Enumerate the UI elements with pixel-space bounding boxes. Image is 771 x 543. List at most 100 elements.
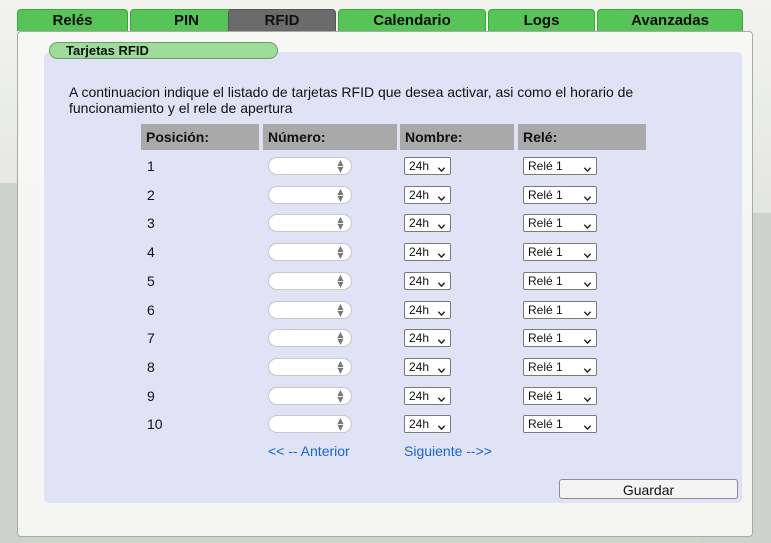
spinner-arrows-icon[interactable]: ▲ ▼ (336, 273, 345, 288)
tab-pin[interactable]: PIN (130, 9, 243, 31)
relay-select[interactable]: Relé 1 (523, 300, 597, 319)
relay-select-value: Relé 1 (528, 245, 563, 260)
chevron-down-icon (583, 306, 592, 316)
relay-select[interactable]: Relé 1 (523, 271, 597, 290)
card-number-input[interactable]: ▲ ▼ (268, 271, 352, 290)
relay-select-value: Relé 1 (528, 417, 563, 432)
chevron-down-icon (583, 420, 592, 431)
chevron-down-icon (437, 277, 446, 287)
spinner-arrows-icon[interactable]: ▲ ▼ (336, 302, 345, 317)
chevron-down-icon (583, 162, 592, 173)
spinner-arrows-icon[interactable]: ▲ ▼ (336, 388, 345, 403)
relay-select[interactable]: Relé 1 (523, 357, 597, 376)
relay-select-value: Relé 1 (528, 359, 563, 374)
row-position: 3 (147, 215, 155, 232)
schedule-select-value: 24h (409, 359, 430, 374)
spinner-arrows-icon[interactable]: ▲ ▼ (336, 187, 345, 202)
schedule-select-value: 24h (409, 331, 430, 346)
schedule-select[interactable]: 24h (404, 271, 451, 290)
schedule-select-value: 24h (409, 159, 430, 173)
spinner-arrows-icon[interactable]: ▲ ▼ (336, 359, 345, 374)
header-relay: Relé: (518, 124, 646, 150)
row-position: 6 (147, 301, 155, 318)
card-number-input[interactable]: ▲ ▼ (268, 214, 352, 233)
relay-select[interactable]: Relé 1 (523, 214, 597, 233)
spinner-arrows-icon[interactable]: ▲ ▼ (336, 216, 345, 231)
chevron-down-icon (583, 392, 592, 402)
relay-select[interactable]: Relé 1 (523, 329, 597, 348)
schedule-select[interactable]: 24h (404, 214, 451, 233)
schedule-select-value: 24h (409, 273, 430, 288)
spinner-arrows-icon[interactable]: ▲ ▼ (336, 417, 345, 432)
chevron-down-icon (437, 420, 446, 431)
spinner-arrows-icon[interactable]: ▲ ▼ (336, 245, 345, 260)
card-number-input[interactable]: ▲ ▼ (268, 386, 352, 405)
spinner-arrows-icon[interactable]: ▲ ▼ (336, 159, 345, 174)
schedule-select-value: 24h (409, 388, 430, 403)
relay-select-value: Relé 1 (528, 273, 563, 288)
schedule-select-value: 24h (409, 417, 430, 432)
card-number-input[interactable]: ▲ ▼ (268, 300, 352, 319)
chevron-down-icon (437, 392, 446, 402)
row-position: 8 (147, 358, 155, 375)
header-name: Nombre: (400, 124, 514, 150)
schedule-select-value: 24h (409, 187, 430, 202)
save-button[interactable]: Guardar (559, 479, 738, 499)
relay-select[interactable]: Relé 1 (523, 415, 597, 434)
schedule-select[interactable]: 24h (404, 415, 451, 434)
schedule-select-value: 24h (409, 245, 430, 260)
section-legend: Tarjetas RFID (49, 42, 278, 59)
relay-select-value: Relé 1 (528, 187, 563, 202)
chevron-down-icon (583, 363, 592, 374)
chevron-down-icon (437, 248, 446, 259)
row-position: 10 (147, 416, 163, 433)
tab-avanzadas[interactable]: Avanzadas (597, 9, 743, 31)
card-number-input[interactable]: ▲ ▼ (268, 185, 352, 204)
relay-select[interactable]: Relé 1 (523, 243, 597, 262)
card-number-input[interactable]: ▲ ▼ (268, 329, 352, 348)
schedule-select[interactable]: 24h (404, 357, 451, 376)
next-page-link[interactable]: Siguiente -->> (404, 443, 492, 459)
relay-select-value: Relé 1 (528, 159, 563, 173)
row-position: 4 (147, 244, 155, 261)
relay-select-value: Relé 1 (528, 216, 563, 231)
relay-select[interactable]: Relé 1 (523, 185, 597, 204)
header-number: Número: (263, 124, 397, 150)
card-number-input[interactable]: ▲ ▼ (268, 357, 352, 376)
schedule-select[interactable]: 24h (404, 300, 451, 319)
chevron-down-icon (437, 191, 446, 201)
schedule-select[interactable]: 24h (404, 386, 451, 405)
row-position: 2 (147, 186, 155, 203)
prev-page-link[interactable]: << -- Anterior (268, 443, 350, 459)
schedule-select[interactable]: 24h (404, 243, 451, 262)
chevron-down-icon (583, 334, 592, 345)
schedule-select[interactable]: 24h (404, 157, 451, 175)
schedule-select[interactable]: 24h (404, 185, 451, 204)
tab-rfid[interactable]: RFID (228, 9, 336, 31)
row-position: 9 (147, 387, 155, 404)
chevron-down-icon (583, 219, 592, 230)
chevron-down-icon (583, 277, 592, 287)
relay-select-value: Relé 1 (528, 331, 563, 346)
schedule-select-value: 24h (409, 302, 430, 317)
chevron-down-icon (437, 306, 446, 316)
row-position: 1 (147, 158, 155, 174)
schedule-select[interactable]: 24h (404, 329, 451, 348)
tab-calendario[interactable]: Calendario (338, 9, 486, 31)
relay-select-value: Relé 1 (528, 302, 563, 317)
intro-text: A continuacion indique el listado de tar… (69, 84, 634, 116)
relay-select-value: Relé 1 (528, 388, 563, 403)
spinner-arrows-icon[interactable]: ▲ ▼ (336, 331, 345, 346)
relay-select[interactable]: Relé 1 (523, 386, 597, 405)
chevron-down-icon (583, 248, 592, 259)
relay-select[interactable]: Relé 1 (523, 157, 597, 175)
chevron-down-icon (583, 191, 592, 201)
tab-logs[interactable]: Logs (488, 9, 595, 31)
card-number-input[interactable]: ▲ ▼ (268, 415, 352, 434)
chevron-down-icon (437, 219, 446, 230)
tab-reles[interactable]: Relés (17, 9, 128, 31)
card-number-input[interactable]: ▲ ▼ (268, 157, 352, 175)
schedule-select-value: 24h (409, 216, 430, 231)
card-number-input[interactable]: ▲ ▼ (268, 243, 352, 262)
row-position: 7 (147, 330, 155, 347)
